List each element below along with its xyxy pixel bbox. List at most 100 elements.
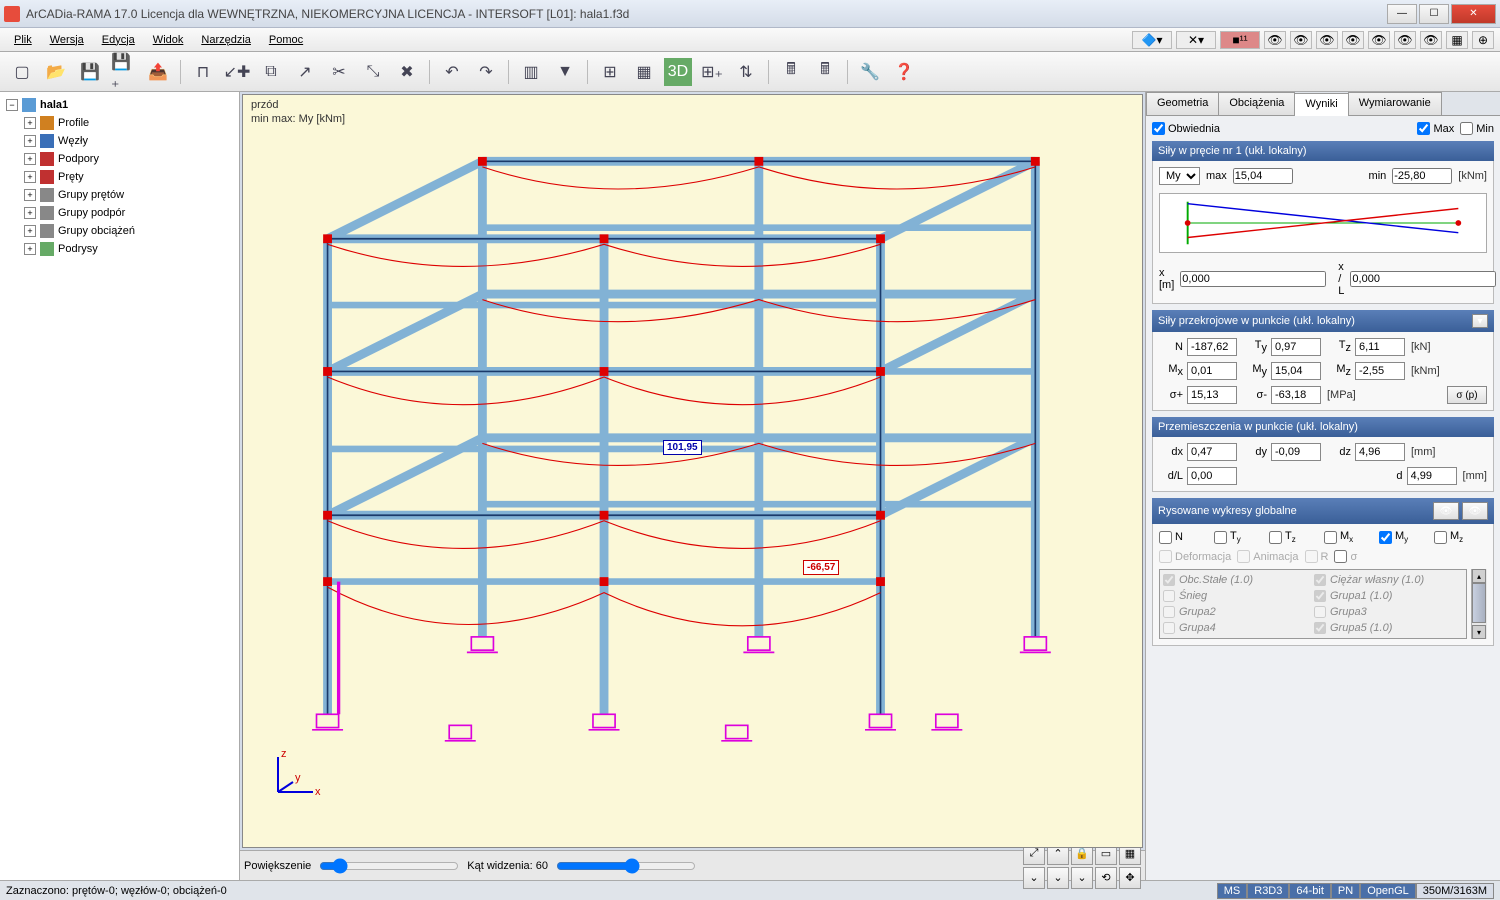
maximize-button[interactable]: ☐ <box>1419 4 1449 24</box>
tree-item-podpory[interactable]: + Podpory <box>4 150 235 168</box>
undo-icon[interactable]: ↶ <box>438 58 466 86</box>
delete-icon[interactable]: ✖ <box>393 58 421 86</box>
xl-value-input[interactable] <box>1350 271 1496 287</box>
zoom-slider[interactable] <box>319 857 459 875</box>
tree-item-prety[interactable]: + Pręty <box>4 168 235 186</box>
status-pn[interactable]: PN <box>1331 883 1360 899</box>
tree-item-grupy-obciazen[interactable]: + Grupy obciążeń <box>4 222 235 240</box>
eye-icon-1[interactable]: 👁 <box>1264 31 1286 49</box>
nav-pan-icon[interactable]: ✥ <box>1119 867 1141 889</box>
dy-input[interactable] <box>1271 443 1321 461</box>
eye-icon-3[interactable]: 👁 <box>1316 31 1338 49</box>
nav-right-icon[interactable]: ⌄ <box>1071 867 1093 889</box>
dz-input[interactable] <box>1355 443 1405 461</box>
eye-icon-2[interactable]: 👁 <box>1290 31 1312 49</box>
eye-btn-2[interactable]: 👁 <box>1462 502 1488 520</box>
tab-wymiarowanie[interactable]: Wymiarowanie <box>1348 92 1442 115</box>
save-as-icon[interactable]: 💾₊ <box>110 58 138 86</box>
chk-n[interactable] <box>1159 531 1172 544</box>
view-mode-dropdown-1[interactable]: 🔷▾ <box>1132 31 1172 49</box>
scroll-thumb[interactable] <box>1472 583 1486 623</box>
export-icon[interactable]: 📤 <box>144 58 172 86</box>
eye-icon-5[interactable]: 👁 <box>1368 31 1390 49</box>
copy-icon[interactable]: ⧉ <box>257 58 285 86</box>
eye-btn-1[interactable]: 👁 <box>1433 502 1459 520</box>
tree-item-podrysy[interactable]: + Podrysy <box>4 240 235 258</box>
tab-geometria[interactable]: Geometria <box>1146 92 1219 115</box>
frame-icon[interactable]: ⊓ <box>189 58 217 86</box>
tab-obciazenia[interactable]: Obciążenia <box>1218 92 1295 115</box>
sigma-p-button[interactable]: σ (p) <box>1447 386 1487 404</box>
nav-rotate-icon[interactable]: ⟲ <box>1095 867 1117 889</box>
expand-icon[interactable]: ⊕ <box>1472 31 1494 49</box>
tree-item-wezly[interactable]: + Węzły <box>4 132 235 150</box>
loadcase-list[interactable]: Obc.Stałe (1.0) Ciężar własny (1.0) Śnie… <box>1159 569 1467 639</box>
mesh-icon[interactable]: ⊞ <box>596 58 624 86</box>
dx-input[interactable] <box>1187 443 1237 461</box>
mx-input[interactable] <box>1187 362 1237 380</box>
calculator2-icon[interactable]: 🖩 <box>811 58 839 86</box>
toggle-red-11[interactable]: ■¹¹ <box>1220 31 1260 49</box>
tree-item-profile[interactable]: + Profile <box>4 114 235 132</box>
x-value-input[interactable] <box>1180 271 1326 287</box>
open-file-icon[interactable]: 📂 <box>42 58 70 86</box>
expand-icon[interactable]: + <box>24 207 36 219</box>
new-file-icon[interactable]: ▢ <box>8 58 36 86</box>
min-checkbox[interactable] <box>1460 122 1473 135</box>
model-viewport[interactable]: przód min max: My [kNm] <box>242 94 1143 848</box>
add-node-icon[interactable]: ↙✚ <box>223 58 251 86</box>
min-value-input[interactable] <box>1392 168 1452 184</box>
envelope-checkbox[interactable] <box>1152 122 1165 135</box>
minimize-button[interactable]: — <box>1387 4 1417 24</box>
eye-icon-7[interactable]: 👁 <box>1420 31 1442 49</box>
nav-left-icon[interactable]: ⌄ <box>1023 867 1045 889</box>
sort-icon[interactable]: ⇅ <box>732 58 760 86</box>
loadcase-scrollbar[interactable]: ▴ ▾ <box>1471 569 1487 639</box>
my-input[interactable] <box>1271 362 1321 380</box>
menu-plik[interactable]: Plik <box>6 31 40 49</box>
expand-icon[interactable]: + <box>24 153 36 165</box>
filter-icon[interactable]: ▼ <box>551 58 579 86</box>
status-r3d3[interactable]: R3D3 <box>1247 883 1289 899</box>
expand-icon[interactable]: + <box>24 225 36 237</box>
sigma-minus-input[interactable] <box>1271 386 1321 404</box>
mz-input[interactable] <box>1355 362 1405 380</box>
chk-tz[interactable] <box>1269 531 1282 544</box>
status-ms[interactable]: MS <box>1217 883 1248 899</box>
view-mode-dropdown-2[interactable]: ✕▾ <box>1176 31 1216 49</box>
collapse-icon[interactable]: − <box>6 99 18 111</box>
save-icon[interactable]: 💾 <box>76 58 104 86</box>
scroll-down-icon[interactable]: ▾ <box>1472 625 1486 639</box>
tree-item-grupy-pretow[interactable]: + Grupy prętów <box>4 186 235 204</box>
tree-root[interactable]: − hala1 <box>4 96 235 114</box>
ty-input[interactable] <box>1271 338 1321 356</box>
grid-settings-icon[interactable]: ▥ <box>517 58 545 86</box>
expand-icon[interactable]: + <box>24 171 36 183</box>
max-value-input[interactable] <box>1233 168 1293 184</box>
max-checkbox[interactable] <box>1417 122 1430 135</box>
tab-wyniki[interactable]: Wyniki <box>1294 93 1348 116</box>
expand-icon[interactable]: + <box>24 117 36 129</box>
grid-icon[interactable]: ▦ <box>1446 31 1468 49</box>
tree-item-grupy-podpor[interactable]: + Grupy podpór <box>4 204 235 222</box>
help-icon[interactable]: ❓ <box>890 58 918 86</box>
eye-icon-4[interactable]: 👁 <box>1342 31 1364 49</box>
table-icon[interactable]: ▦ <box>630 58 658 86</box>
view-3d-icon[interactable]: 3D <box>664 58 692 86</box>
force-component-select[interactable]: My <box>1159 167 1200 185</box>
mirror-icon[interactable]: ⤡ <box>359 58 387 86</box>
settings-icon[interactable]: 🔧 <box>856 58 884 86</box>
move-icon[interactable]: ↗ <box>291 58 319 86</box>
dl-input[interactable] <box>1187 467 1237 485</box>
close-button[interactable]: ✕ <box>1451 4 1496 24</box>
d-input[interactable] <box>1407 467 1457 485</box>
array-icon[interactable]: ⊞₊ <box>698 58 726 86</box>
status-opengl[interactable]: OpenGL <box>1360 883 1416 899</box>
scroll-up-icon[interactable]: ▴ <box>1472 569 1486 583</box>
chk-mx[interactable] <box>1324 531 1337 544</box>
menu-wersja[interactable]: Wersja <box>42 31 92 49</box>
redo-icon[interactable]: ↷ <box>472 58 500 86</box>
expand-icon[interactable]: + <box>24 135 36 147</box>
cut-icon[interactable]: ✂ <box>325 58 353 86</box>
chk-ty[interactable] <box>1214 531 1227 544</box>
